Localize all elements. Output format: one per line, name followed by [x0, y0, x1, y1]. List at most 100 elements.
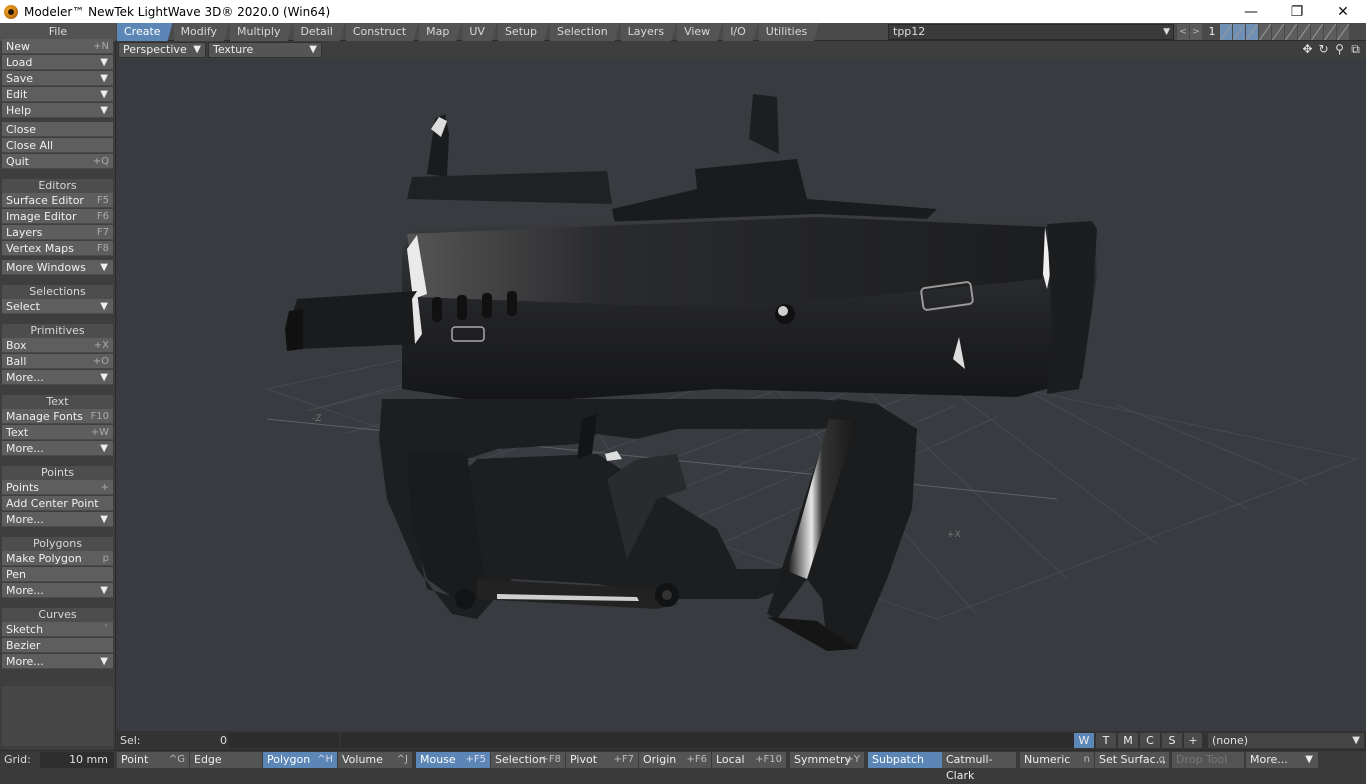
subpatch-button[interactable]: Subpatch [868, 752, 942, 768]
tab-uv[interactable]: UV [462, 23, 497, 41]
select-button[interactable]: Select ▼ [2, 299, 113, 314]
load-button[interactable]: Load ▼ [2, 55, 113, 70]
text-tool-button[interactable]: Text +W [2, 425, 113, 440]
maximize-viewport-icon[interactable]: ⧉ [1349, 43, 1362, 56]
layer-slot[interactable] [1259, 24, 1271, 40]
morph-map-button[interactable]: M [1118, 733, 1138, 748]
minimize-button[interactable]: — [1228, 0, 1274, 23]
save-button[interactable]: Save ▼ [2, 71, 113, 86]
shortcut-label: F7 [96, 227, 109, 238]
tab-map[interactable]: Map [419, 23, 461, 41]
surface-editor-button[interactable]: Surface Editor F5 [2, 193, 113, 208]
color-map-button[interactable]: C [1140, 733, 1160, 748]
tab-setup[interactable]: Setup [498, 23, 549, 41]
selection-set-button[interactable]: S [1162, 733, 1182, 748]
help-button[interactable]: Help ▼ [2, 103, 113, 118]
edit-button[interactable]: Edit ▼ [2, 87, 113, 102]
layer-slot[interactable] [1285, 24, 1297, 40]
close-all-button[interactable]: Close All [2, 138, 113, 153]
button-label: Save [6, 72, 34, 85]
layers-button[interactable]: Layers F7 [2, 225, 113, 240]
button-label: Box [6, 339, 27, 352]
tab-modify[interactable]: Modify [174, 23, 229, 41]
primitives-more-button[interactable]: More... ▼ [2, 370, 113, 385]
vertex-maps-button[interactable]: Vertex Maps F8 [2, 241, 113, 256]
set-surface-button[interactable]: Set Surfac... q [1095, 752, 1169, 768]
more-windows-button[interactable]: More Windows ▼ [2, 260, 113, 275]
numeric-button[interactable]: Numeric n [1020, 752, 1094, 768]
pen-button[interactable]: Pen [2, 567, 113, 582]
points-button[interactable]: Points + [2, 480, 113, 495]
local-action-button[interactable]: Local +F10 [712, 752, 786, 768]
close-button[interactable]: ✕ [1320, 0, 1366, 23]
layer-slot[interactable] [1246, 24, 1258, 40]
tab-detail[interactable]: Detail [293, 23, 344, 41]
button-label: Polygon [267, 753, 311, 766]
origin-action-button[interactable]: Origin +F6 [639, 752, 711, 768]
tab-view[interactable]: View [677, 23, 722, 41]
object-select[interactable]: tpp12 ▼ [888, 24, 1174, 40]
weight-map-button[interactable]: W [1074, 733, 1094, 748]
tab-layers[interactable]: Layers [621, 23, 676, 41]
mouse-action-button[interactable]: Mouse +F5 [416, 752, 490, 768]
button-label: Add Center Point [6, 497, 99, 510]
layer-slot[interactable] [1233, 24, 1245, 40]
layer-next-button[interactable]: > [1190, 24, 1202, 40]
text-more-button[interactable]: More... ▼ [2, 441, 113, 456]
tab-multiply[interactable]: Multiply [230, 23, 292, 41]
tool-sidebar: New +N Load ▼ Save ▼ Edit ▼ Help ▼ Close Clos… [0, 39, 116, 750]
texture-map-button[interactable]: T [1096, 733, 1116, 748]
tab-selection[interactable]: Selection [550, 23, 620, 41]
drop-tool-button[interactable]: Drop Tool [1172, 752, 1244, 768]
layer-slot[interactable] [1220, 24, 1232, 40]
polygons-more-button[interactable]: More... ▼ [2, 583, 113, 598]
button-label: More... [6, 442, 44, 455]
view-type-select[interactable]: Perspective ▼ [118, 42, 206, 58]
layer-slot[interactable] [1298, 24, 1310, 40]
curves-more-button[interactable]: More... ▼ [2, 654, 113, 669]
layer-prev-button[interactable]: < [1177, 24, 1189, 40]
rotate-view-icon[interactable]: ↻ [1317, 43, 1330, 56]
point-mode-button[interactable]: Point ^G [117, 752, 189, 768]
points-more-button[interactable]: More... ▼ [2, 512, 113, 527]
tab-io[interactable]: I/O [723, 23, 758, 41]
make-polygon-button[interactable]: Make Polygon p [2, 551, 113, 566]
manage-fonts-button[interactable]: Manage Fonts F10 [2, 409, 113, 424]
layer-slot[interactable] [1324, 24, 1336, 40]
tab-create[interactable]: Create [117, 23, 173, 41]
bezier-button[interactable]: Bezier [2, 638, 113, 653]
add-vertex-map-button[interactable]: + [1184, 733, 1202, 748]
pivot-action-button[interactable]: Pivot +F7 [566, 752, 638, 768]
chevron-down-icon: ▼ [100, 73, 108, 84]
restore-button[interactable]: ❐ [1274, 0, 1320, 23]
box-button[interactable]: Box +X [2, 338, 113, 353]
subpatch-type-select[interactable]: Catmull-Clark [942, 752, 1016, 782]
new-button[interactable]: New +N [2, 39, 113, 54]
add-center-point-button[interactable]: Add Center Point [2, 496, 113, 511]
quit-button[interactable]: Quit +Q [2, 154, 113, 169]
button-label: More... [6, 371, 44, 384]
zoom-icon[interactable]: ⚲ [1333, 43, 1346, 56]
tab-construct[interactable]: Construct [346, 23, 418, 41]
shortcut-label: ` [104, 624, 109, 635]
vertex-map-select[interactable]: (none) ▼ [1208, 733, 1364, 748]
shortcut-label: n [1083, 754, 1090, 765]
perspective-viewport[interactable]: Perspective ▼ Texture ▼ ✥ ↻ ⚲ ⧉ -Z +X [117, 41, 1366, 731]
symmetry-button[interactable]: Symmetry +Y [790, 752, 864, 768]
sketch-button[interactable]: Sketch ` [2, 622, 113, 637]
selection-action-button[interactable]: Selection +F8 [491, 752, 565, 768]
render-mode-select[interactable]: Texture ▼ [208, 42, 322, 58]
tab-utilities[interactable]: Utilities [759, 23, 819, 41]
polygon-mode-button[interactable]: Polygon ^H [263, 752, 337, 768]
image-editor-button[interactable]: Image Editor F6 [2, 209, 113, 224]
volume-mode-button[interactable]: Volume ^J [338, 752, 412, 768]
layer-slot[interactable] [1272, 24, 1284, 40]
button-label: Pivot [570, 753, 598, 766]
more-tools-button[interactable]: More... ▼ [1246, 752, 1318, 768]
ball-button[interactable]: Ball +O [2, 354, 113, 369]
edge-mode-button[interactable]: Edge [190, 752, 262, 768]
layer-slot[interactable] [1311, 24, 1323, 40]
close-object-button[interactable]: Close [2, 122, 113, 137]
pan-move-icon[interactable]: ✥ [1301, 43, 1314, 56]
layer-slot[interactable] [1337, 24, 1349, 40]
